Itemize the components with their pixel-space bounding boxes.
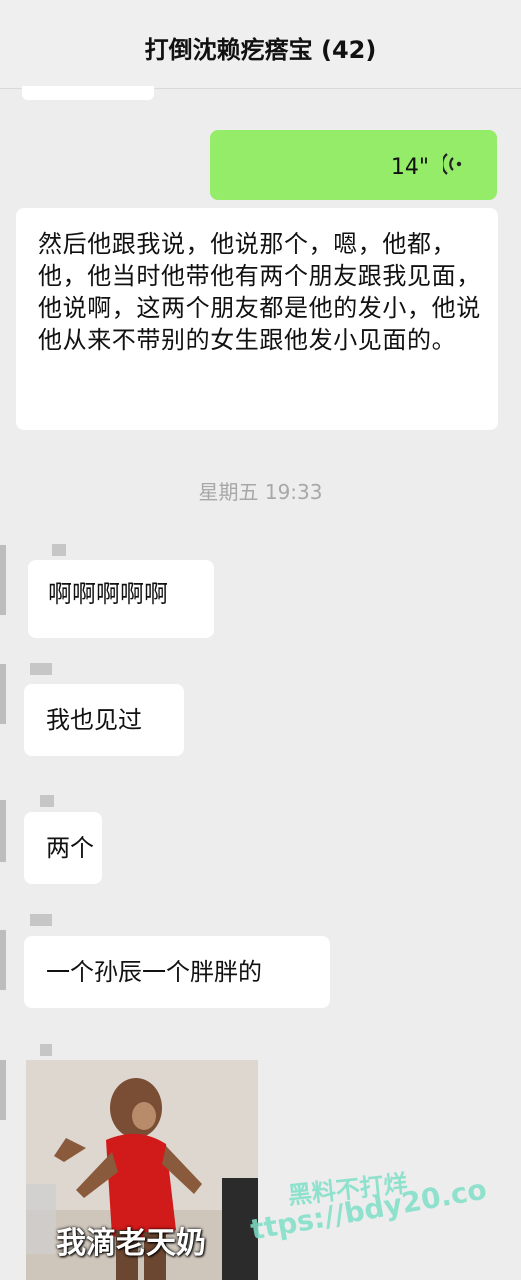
sender-name	[30, 914, 52, 926]
avatar[interactable]	[0, 1060, 6, 1120]
message-bubble[interactable]: 一个孙辰一个胖胖的	[24, 936, 330, 1008]
sticker-image[interactable]: 我滴老天奶	[26, 1060, 258, 1280]
sender-name	[40, 795, 54, 807]
voice-transcription-bubble: 然后他跟我说，他说那个，嗯，他都，他，他当时他带他有两个朋友跟我见面，他说啊，这…	[16, 208, 498, 430]
chat-header: 打倒沈赖疙瘩宝 (42)	[0, 0, 521, 89]
voice-message-bubble[interactable]: 14"	[210, 130, 497, 200]
chat-title: 打倒沈赖疙瘩宝 (42)	[144, 36, 377, 64]
sender-name	[30, 663, 52, 675]
message-text: 两个	[46, 834, 94, 862]
voice-wave-icon	[443, 153, 462, 175]
avatar[interactable]	[0, 545, 6, 615]
avatar[interactable]	[0, 930, 6, 990]
sender-name	[40, 1044, 52, 1056]
message-text: 我也见过	[46, 706, 142, 734]
message-text: 啊啊啊啊啊	[48, 580, 168, 608]
message-text: 一个孙辰一个胖胖的	[46, 958, 262, 986]
avatar[interactable]	[0, 800, 6, 862]
message-bubble[interactable]: 我也见过	[24, 684, 184, 756]
message-timestamp: 星期五 19:33	[198, 480, 323, 504]
sticker-caption: 我滴老天奶	[56, 1226, 206, 1261]
avatar[interactable]	[0, 664, 6, 724]
voice-duration: 14"	[390, 155, 429, 180]
sender-name	[52, 544, 66, 556]
message-bubble[interactable]: 两个	[24, 812, 102, 884]
message-bubble[interactable]: 啊啊啊啊啊	[28, 560, 214, 638]
previous-message-fragment	[22, 86, 154, 100]
transcription-text: 然后他跟我说，他说那个，嗯，他都，他，他当时他带他有两个朋友跟我见面，他说啊，这…	[38, 230, 481, 354]
